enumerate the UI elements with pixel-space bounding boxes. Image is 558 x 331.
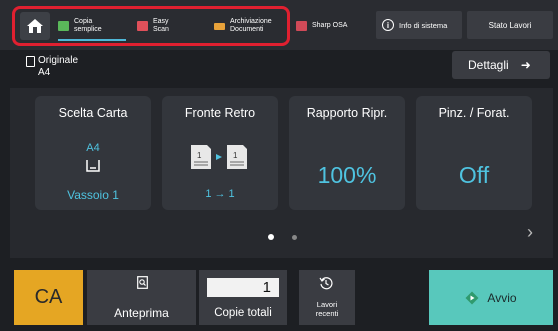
tab-label: Copia semplice: [74, 18, 102, 33]
home-icon: [27, 19, 43, 33]
page-indicator-inactive[interactable]: [292, 235, 297, 240]
preview-button[interactable]: Anteprima: [87, 270, 196, 325]
folder-icon: [214, 22, 225, 30]
staple-punch-value: Off: [458, 162, 490, 188]
recent-jobs-icon: [319, 277, 333, 290]
recent-jobs-button[interactable]: Lavori recenti: [299, 270, 355, 325]
copy-ratio-card[interactable]: Rapporto Ripr. 100%: [289, 96, 405, 210]
preview-label: Anteprima: [114, 306, 169, 320]
preview-icon: [137, 276, 148, 289]
system-info-label: Info di sistema: [399, 20, 448, 30]
sharp-osa-icon: [296, 21, 307, 31]
chevron-right-icon[interactable]: ›: [527, 222, 533, 243]
job-status-label: Stato Lavori: [488, 20, 532, 30]
active-tab-indicator: [58, 39, 126, 41]
clear-all-button[interactable]: CA: [14, 270, 83, 325]
clear-all-label: CA: [34, 286, 63, 308]
home-button[interactable]: [20, 12, 50, 40]
card-title: Rapporto Ripr.: [306, 106, 388, 120]
info-icon: i: [382, 19, 394, 31]
arrow-right-icon: ➜: [520, 58, 531, 72]
copy-icon: [58, 21, 69, 31]
details-button[interactable]: Dettagli ➜: [452, 51, 550, 79]
original-label: Originale: [38, 55, 79, 66]
tab-label: Easy Scan: [153, 18, 169, 33]
job-status-button[interactable]: Stato Lavori: [467, 11, 553, 39]
top-bar: Copia semplice Easy Scan Archiviazione Docu…: [0, 0, 558, 50]
paper-size-value: A4: [86, 142, 100, 154]
svg-text:1: 1: [197, 151, 202, 160]
tab-archiviazione-documenti[interactable]: Archiviazione Documenti: [214, 12, 288, 40]
start-icon: [465, 291, 479, 304]
card-title: Fronte Retro: [184, 106, 256, 120]
tab-sharp-osa[interactable]: Sharp OSA: [296, 12, 358, 40]
original-doc-icon: [26, 56, 35, 67]
original-value: A4: [38, 67, 51, 78]
duplex-card[interactable]: Fronte Retro 1 1 1 → 1: [162, 96, 278, 210]
start-button[interactable]: Avvio: [429, 270, 553, 325]
staple-punch-card[interactable]: Pinz. / Forat. Off: [416, 96, 532, 210]
tray-value: Vassoio 1: [67, 188, 119, 202]
paper-select-card[interactable]: Scelta Carta A4 Vassoio 1: [35, 96, 151, 210]
tray-icon: [86, 160, 100, 172]
tab-easy-scan[interactable]: Easy Scan: [137, 12, 199, 40]
original-info: Originale A4: [38, 55, 78, 79]
page-indicator-active[interactable]: [268, 234, 274, 240]
copies-control: 1 Copie totali: [199, 270, 287, 325]
tab-label: Sharp OSA: [312, 22, 348, 29]
recent-jobs-label: Lavori recenti: [315, 300, 339, 318]
start-label: Avvio: [487, 290, 517, 305]
tab-copia-semplice[interactable]: Copia semplice: [58, 12, 128, 40]
card-title: Pinz. / Forat.: [438, 106, 510, 120]
duplex-value: 1 → 1: [205, 188, 235, 200]
duplex-icon: 1 1: [191, 145, 247, 169]
card-title: Scelta Carta: [58, 106, 128, 120]
copies-label: Copie totali: [214, 307, 272, 319]
copies-input[interactable]: 1: [207, 278, 279, 297]
easy-scan-icon: [137, 21, 148, 31]
copy-ratio-value: 100%: [317, 162, 377, 188]
system-info-button[interactable]: i Info di sistema: [376, 11, 462, 39]
svg-text:1: 1: [233, 151, 238, 160]
details-label: Dettagli: [468, 58, 509, 72]
tab-label: Archiviazione Documenti: [230, 18, 272, 33]
